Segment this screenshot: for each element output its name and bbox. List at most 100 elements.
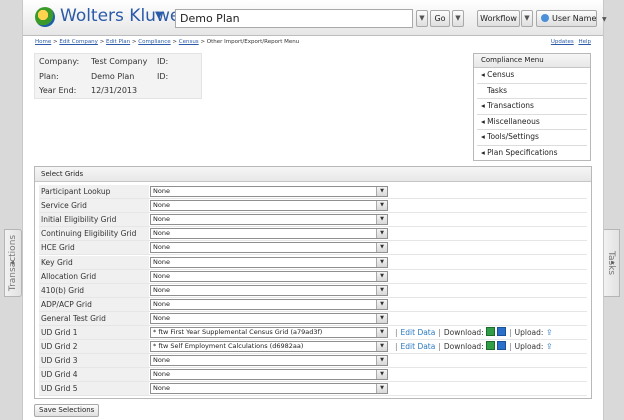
chevron-down-icon: ▼ (376, 299, 387, 309)
breadcrumb-separator: > (131, 39, 137, 45)
updates-link[interactable]: Updates (551, 39, 574, 45)
grid-row: Service Grid None ▼ (39, 199, 587, 214)
grid-row: Participant Lookup None ▼ (39, 185, 587, 199)
grid-select[interactable]: None ▼ (150, 383, 388, 395)
help-link[interactable]: Help (578, 39, 591, 45)
plan-dropdown-button[interactable]: ▼ (416, 10, 428, 27)
plan-label: Plan: (39, 72, 59, 81)
grid-select[interactable]: * ftw Self Employment Calculations (d698… (150, 341, 388, 353)
select-grids-panel: Select Grids Participant Lookup None ▼ Serv… (34, 166, 592, 399)
breadcrumb-separator: > (172, 39, 177, 45)
grid-select-value: None (153, 229, 170, 238)
breadcrumb-separator: > (53, 39, 58, 45)
user-name-label: User Name (552, 14, 597, 23)
chevron-down-icon: ▼ (376, 271, 387, 281)
grid-select[interactable]: None ▼ (150, 200, 388, 212)
grid-row: ADP/ACP Grid None ▼ (39, 297, 587, 312)
upload-label: Upload: (514, 342, 544, 352)
grid-select[interactable]: None ▼ (150, 186, 388, 197)
grid-select[interactable]: None ▼ (150, 214, 388, 226)
excel-download-icon[interactable] (486, 341, 496, 351)
plan-name-value: Demo Plan (180, 12, 240, 25)
grid-select[interactable]: None ▼ (150, 298, 388, 310)
workflow-button[interactable]: Workflow (477, 10, 520, 27)
grid-select[interactable]: None ▼ (150, 312, 388, 324)
checkbox-download-icon[interactable] (497, 327, 507, 336)
breadcrumb-edit-plan-link[interactable]: Edit Plan (106, 39, 130, 45)
plan-search-input[interactable]: Demo Plan (175, 9, 413, 28)
compliance-menu-item-miscellaneous[interactable]: ◂ Miscellaneous (477, 115, 587, 130)
grid-row-label: HCE Grid (39, 241, 149, 255)
grid-row: Key Grid None ▼ (39, 255, 587, 270)
breadcrumb: Home > Edit Company > Edit Plan > Compli… (35, 39, 299, 45)
grid-select[interactable]: None ▼ (150, 284, 388, 296)
chevron-down-icon: ▼ (376, 342, 387, 352)
grid-row: UD Grid 4 None ▼ (39, 368, 587, 383)
grid-select-value: None (153, 384, 170, 393)
grid-select[interactable]: * ftw First Year Supplemental Census Gri… (150, 327, 388, 338)
compliance-menu-item-transactions[interactable]: ◂ Transactions (477, 99, 587, 115)
grid-row: Allocation Grid None ▼ (39, 269, 587, 284)
upload-icon[interactable]: ⇪ (546, 342, 553, 351)
compliance-menu: Compliance Menu ◂ Census Tasks ◂ Transac… (473, 53, 591, 161)
grid-select-value: * ftw First Year Supplemental Census Gri… (153, 328, 323, 336)
brand-name[interactable]: Wolters Kluwer (60, 6, 187, 26)
transactions-side-tab[interactable]: ◀ Transactions (4, 229, 22, 297)
edit-data-link[interactable]: Edit Data (401, 342, 436, 351)
menu-item-label: Transactions (487, 101, 534, 110)
header-help-links: Updates Help (548, 39, 591, 45)
grid-row-label: UD Grid 1 (39, 326, 149, 339)
compliance-menu-item-plan-specifications[interactable]: ◂ Plan Specifications (477, 146, 587, 161)
breadcrumb-edit-company-link[interactable]: Edit Company (59, 39, 98, 45)
grid-select[interactable]: None ▼ (150, 228, 388, 240)
grid-row-label: General Test Grid (39, 311, 149, 325)
go-dropdown-button[interactable]: ▼ (452, 10, 464, 27)
grid-row-actions: | Edit Data | Download: | Upload: ⇪ (392, 340, 553, 353)
checkbox-download-icon[interactable] (497, 341, 507, 351)
grid-select-value: None (153, 313, 170, 322)
save-selections-button[interactable]: Save Selections (34, 404, 100, 417)
grid-row-label: UD Grid 5 (39, 382, 149, 396)
grid-row-label: UD Grid 4 (39, 368, 149, 382)
chevron-down-icon: ▼ (601, 16, 607, 23)
grid-select[interactable]: None ▼ (150, 355, 388, 367)
grid-select[interactable]: None ▼ (150, 256, 388, 268)
divider: | (509, 342, 512, 352)
breadcrumb-separator: > (200, 39, 206, 45)
company-label: Company: (39, 57, 80, 66)
chevron-down-icon: ▼ (376, 328, 387, 337)
grid-row: 410(b) Grid None ▼ (39, 283, 587, 298)
download-label: Download: (443, 342, 484, 352)
brand-chevron-down-icon[interactable]: ▼ (155, 10, 163, 21)
user-menu-button[interactable]: User Name ▼ (536, 10, 607, 27)
edit-data-link[interactable]: Edit Data (401, 328, 436, 337)
grid-row-label: UD Grid 3 (39, 354, 149, 368)
compliance-menu-item-tasks[interactable]: Tasks (477, 84, 587, 99)
grid-select-value: None (153, 370, 170, 379)
compliance-menu-item-census[interactable]: ◂ Census (477, 68, 587, 84)
grid-select[interactable]: None ▼ (150, 242, 388, 254)
chevron-down-icon: ▼ (376, 285, 387, 295)
divider: | (438, 328, 441, 337)
header-bar: Wolters Kluwer ▼ Demo Plan ▼ Go ▼ Workfl… (23, 0, 607, 36)
company-value: Test Company (91, 57, 148, 66)
excel-download-icon[interactable] (486, 327, 496, 336)
breadcrumb-home-link[interactable]: Home (35, 39, 51, 45)
grid-row: Initial Eligibility Grid None ▼ (39, 213, 587, 228)
select-grids-title: Select Grids (35, 167, 591, 182)
breadcrumb-census-link[interactable]: Census (179, 39, 199, 45)
menu-item-label: Census (487, 70, 515, 79)
compliance-menu-item-tools-settings[interactable]: ◂ Tools/Settings (477, 130, 587, 146)
transactions-side-tab-label: Transactions (8, 234, 18, 292)
breadcrumb-compliance-link[interactable]: Compliance (138, 39, 170, 45)
wolters-kluwer-logo-icon (35, 7, 55, 27)
go-button[interactable]: Go (430, 10, 450, 27)
upload-icon[interactable]: ⇪ (546, 328, 553, 337)
grid-select[interactable]: None ▼ (150, 369, 388, 381)
tasks-side-tab[interactable]: ▶ Tasks (602, 229, 620, 297)
plan-value: Demo Plan (91, 72, 135, 81)
workflow-dropdown-button[interactable]: ▼ (521, 10, 533, 27)
plan-id-label: ID: (157, 72, 169, 81)
company-id-label: ID: (157, 57, 169, 66)
grid-select[interactable]: None ▼ (150, 270, 388, 282)
